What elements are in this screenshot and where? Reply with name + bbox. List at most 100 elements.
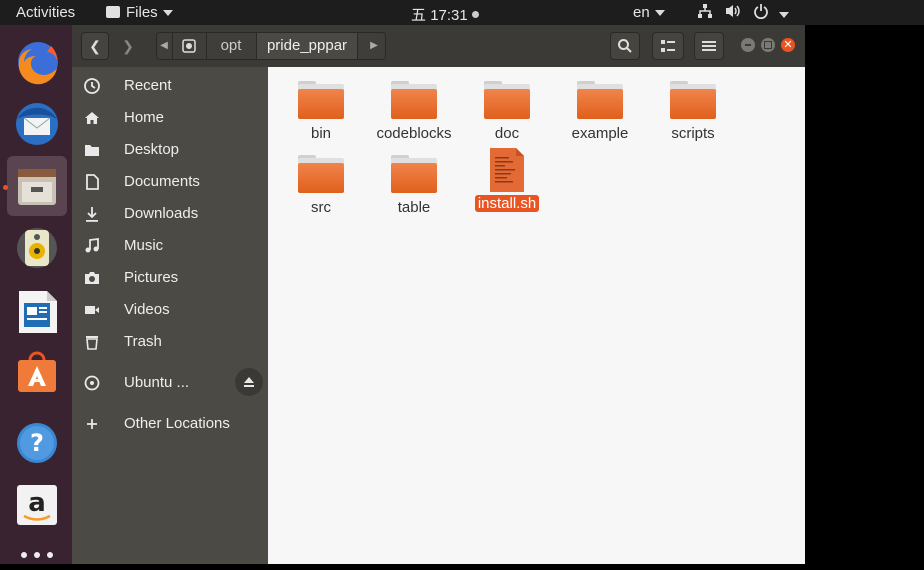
- file-item-folder[interactable]: scripts: [648, 81, 738, 142]
- music-icon: [85, 237, 99, 253]
- clock-day: 五: [411, 7, 427, 24]
- folder-icon: [484, 81, 530, 119]
- sidebar-item-label: Documents: [124, 173, 200, 190]
- folder-icon: [391, 81, 437, 119]
- breadcrumb-item-current[interactable]: pride_pppar: [257, 33, 358, 59]
- sidebar-item-videos[interactable]: Videos: [72, 294, 268, 326]
- dock-rhythmbox[interactable]: [7, 218, 67, 278]
- list-view-icon: [661, 40, 675, 52]
- sidebar-item-music[interactable]: Music: [72, 230, 268, 262]
- folder-icon: [85, 145, 99, 156]
- sidebar-item-label: Home: [124, 109, 165, 126]
- activities-button[interactable]: Activities: [16, 4, 75, 21]
- breadcrumb-item[interactable]: opt: [206, 33, 257, 59]
- file-item-script[interactable]: install.sh: [462, 147, 552, 212]
- volume-icon[interactable]: [724, 3, 742, 23]
- file-item-folder[interactable]: codeblocks: [369, 81, 459, 142]
- sidebar-item-label: Music: [124, 237, 164, 254]
- document-icon: [86, 174, 99, 190]
- close-icon: ✕: [783, 39, 793, 51]
- file-name: src: [311, 199, 331, 216]
- sidebar-item-label: Desktop: [124, 141, 180, 158]
- close-button[interactable]: ✕: [781, 38, 795, 52]
- camera-icon: [85, 272, 99, 284]
- file-item-folder[interactable]: src: [276, 155, 366, 216]
- file-item-folder[interactable]: doc: [462, 81, 552, 142]
- sidebar-item-pictures[interactable]: Pictures: [72, 262, 268, 294]
- desktop-background: [805, 25, 924, 564]
- dock-amazon[interactable]: a: [7, 471, 67, 531]
- firefox-icon: [18, 42, 58, 85]
- menu-button[interactable]: [694, 32, 724, 60]
- file-view: bin codeblocks doc example scripts src t…: [268, 67, 805, 564]
- file-item-folder[interactable]: table: [369, 155, 459, 216]
- maximize-button[interactable]: [761, 38, 775, 52]
- sidebar-item-home[interactable]: Home: [72, 102, 268, 134]
- folder-icon: [391, 155, 437, 193]
- dock-show-applications[interactable]: [7, 535, 67, 565]
- breadcrumb: ◀ opt pride_pppar ▶: [156, 32, 386, 60]
- dock-files[interactable]: [7, 156, 67, 216]
- script-file-icon: [490, 148, 524, 192]
- folder-icon: [298, 81, 344, 119]
- file-item-folder[interactable]: example: [555, 81, 645, 142]
- video-icon: [85, 306, 99, 314]
- folder-icon: [670, 81, 716, 119]
- power-icon: [754, 4, 768, 20]
- sidebar-item-label: Pictures: [124, 269, 179, 286]
- file-name: codeblocks: [376, 125, 452, 142]
- file-name: table: [397, 199, 431, 216]
- app-menu-label: Files: [126, 4, 158, 21]
- language-label: en: [633, 4, 650, 21]
- sidebar-item-trash[interactable]: Trash: [72, 326, 268, 358]
- folder-icon: [298, 155, 344, 193]
- sidebar-item-documents[interactable]: Documents: [72, 166, 268, 198]
- help-icon: ?: [17, 423, 57, 463]
- file-name: bin: [310, 125, 332, 142]
- dock-thunderbird[interactable]: [7, 94, 67, 154]
- breadcrumb-scroll-right[interactable]: ▶: [367, 33, 381, 59]
- minimize-icon: [745, 44, 751, 46]
- minimize-button[interactable]: [741, 38, 755, 52]
- language-menu[interactable]: en: [633, 4, 665, 21]
- sidebar-item-other-locations[interactable]: Other Locations: [72, 408, 268, 440]
- sidebar-item-label: Ubuntu ...: [124, 374, 190, 391]
- eject-button[interactable]: [235, 368, 263, 396]
- sidebar-item-recent[interactable]: Recent: [72, 70, 268, 102]
- sidebar-item-downloads[interactable]: Downloads: [72, 198, 268, 230]
- sidebar: Recent Home Desktop Documents Downloads …: [72, 67, 268, 564]
- app-menu[interactable]: Files: [106, 4, 173, 21]
- chevron-down-icon: [779, 12, 789, 19]
- forward-button[interactable]: ❯: [114, 32, 142, 60]
- file-item-folder[interactable]: bin: [276, 81, 366, 142]
- drive-icon: [182, 39, 196, 53]
- dock-libreoffice-writer[interactable]: [7, 281, 67, 341]
- files-window: ❮ ❯ ◀ opt pride_pppar ▶ ✕ Recent Home De…: [72, 25, 805, 564]
- speaker-icon: [17, 228, 57, 268]
- sidebar-item-desktop[interactable]: Desktop: [72, 134, 268, 166]
- hamburger-icon: [702, 41, 716, 51]
- system-menu[interactable]: [753, 3, 789, 23]
- dock-firefox[interactable]: [7, 32, 67, 92]
- network-icon[interactable]: [697, 3, 713, 23]
- search-icon: [618, 39, 632, 53]
- search-button[interactable]: [610, 32, 640, 60]
- file-name: example: [571, 125, 629, 142]
- eject-icon: [244, 377, 254, 387]
- sidebar-item-label: Videos: [124, 301, 170, 318]
- dock-help[interactable]: ?: [7, 406, 67, 466]
- clock[interactable]: 五 17:31: [411, 4, 479, 25]
- back-button[interactable]: ❮: [81, 32, 109, 60]
- plus-icon: [87, 419, 97, 429]
- sidebar-item-label: Recent: [124, 77, 172, 94]
- chevron-right-icon: ❯: [122, 37, 134, 54]
- chevron-down-icon: [162, 10, 173, 17]
- download-icon: [86, 207, 98, 222]
- breadcrumb-root[interactable]: [172, 33, 207, 59]
- app-grid-icon: [21, 552, 53, 558]
- clock-time: 17:31: [430, 7, 468, 24]
- view-toggle-button[interactable]: [652, 32, 684, 60]
- dock-ubuntu-software[interactable]: [7, 343, 67, 403]
- breadcrumb-scroll-left[interactable]: ◀: [157, 33, 171, 59]
- sidebar-item-ubuntu-volume[interactable]: Ubuntu ...: [72, 367, 268, 399]
